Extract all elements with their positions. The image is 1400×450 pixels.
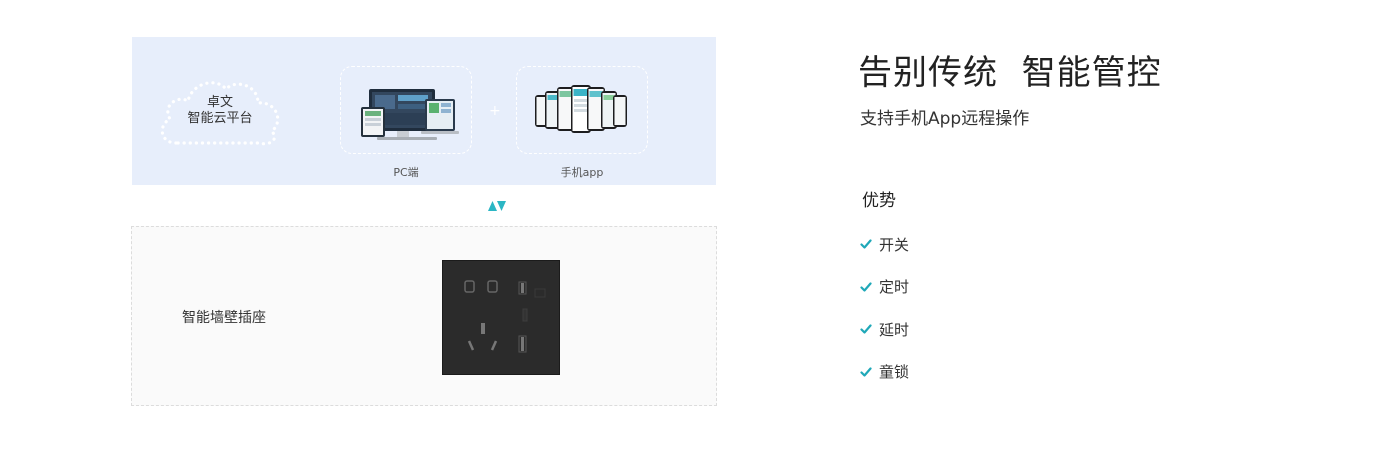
phones-icon [535, 85, 627, 133]
advantages-title: 优势 [862, 191, 896, 211]
subline: 支持手机App远程操作 [860, 109, 1030, 129]
feature-label: 定时 [879, 278, 910, 296]
cloud-subtitle: 智能云平台 [187, 111, 253, 126]
app-label: 手机app [560, 166, 604, 179]
wall-socket-image [442, 260, 560, 375]
check-icon [860, 239, 872, 249]
laptop-monitor-icon [361, 89, 459, 140]
cloud-title: 卓文 [206, 95, 233, 110]
sync-arrows-icon [488, 201, 506, 211]
cloud-icon: 卓文 智能云平台 [154, 73, 286, 149]
socket-panel: 智能墙壁插座 [131, 226, 717, 406]
feature-label: 童锁 [879, 363, 910, 381]
check-icon [860, 324, 872, 334]
list-item: 定时 [860, 277, 909, 297]
feature-label: 开关 [879, 235, 910, 254]
pc-card [340, 66, 472, 154]
plus-sign: + [489, 103, 501, 119]
socket-label: 智能墙壁插座 [182, 310, 266, 326]
check-icon [860, 366, 872, 377]
list-item: 延时 [860, 319, 909, 339]
check-icon [860, 281, 872, 292]
platform-panel: 卓文 智能云平台 + PC端 手机app [132, 37, 716, 185]
list-item: 开关 [860, 234, 909, 254]
headline: 告别传统 智能管控 [858, 53, 1162, 93]
app-card [516, 66, 648, 154]
list-item: 童锁 [860, 362, 909, 382]
pc-label: PC端 [393, 166, 419, 179]
advantages-list: 开关 定时 延时 童锁 [860, 234, 909, 404]
feature-label: 延时 [879, 320, 910, 339]
